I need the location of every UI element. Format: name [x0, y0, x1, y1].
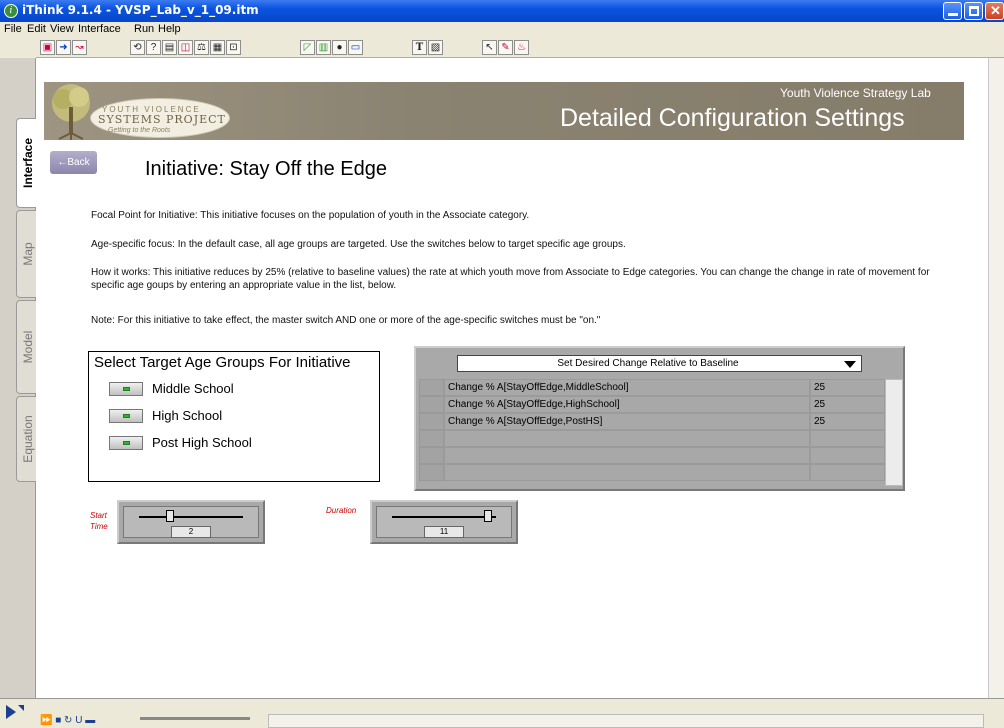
focal-point-text: Focal Point for Initiative: This initiat…	[91, 210, 530, 221]
horizontal-scrollbar[interactable]	[268, 714, 984, 728]
post-high-school-switch[interactable]	[109, 436, 143, 450]
chart-icon[interactable]: ◸	[300, 40, 315, 55]
row-value-input[interactable]	[810, 447, 885, 464]
numeric-display-icon[interactable]: ▭	[348, 40, 363, 55]
slider-thumb[interactable]	[166, 510, 175, 522]
duration-value: 11	[424, 526, 464, 538]
window-title: iThink 9.1.4 - YVSP_Lab_v_1_09.itm	[22, 3, 259, 17]
slider-track	[392, 516, 496, 518]
lock-icon[interactable]: ▣	[40, 40, 55, 55]
menu-file[interactable]: File	[4, 23, 22, 35]
table-row	[419, 430, 885, 447]
page-title: Initiative: Stay Off the Edge	[145, 158, 387, 180]
switch-on-indicator	[123, 441, 130, 445]
frame-icon[interactable]: ⊡	[226, 40, 241, 55]
switch-on-indicator	[123, 414, 130, 418]
row-name: Change % A[StayOffEdge,PostHS]	[444, 413, 810, 430]
row-value-input[interactable]	[810, 430, 885, 447]
change-mode-dropdown[interactable]: Set Desired Change Relative to Baseline	[457, 355, 862, 372]
table-row	[419, 447, 885, 464]
middle-school-switch[interactable]	[109, 382, 143, 396]
toolbar: ▣ ➜ ↝ ⟲ ? ▤ ◫ ⚖ ▦ ⊡ ◸ ▥ ● ▭ T ▧ ↖ ✎ ♨	[36, 38, 1004, 58]
switch-panel-title: Select Target Age Groups For Initiative	[94, 354, 351, 371]
menu-run[interactable]: Run	[134, 23, 154, 35]
dynamite-icon[interactable]: ♨	[514, 40, 529, 55]
high-school-label: High School	[152, 408, 223, 423]
logo-text-line2: SYSTEMS PROJECT	[98, 113, 226, 126]
title-bar: i iThink 9.1.4 - YVSP_Lab_v_1_09.itm ✕	[0, 0, 1004, 22]
menu-view[interactable]: View	[50, 23, 74, 35]
paintbrush-icon[interactable]: ✎	[498, 40, 513, 55]
graph-icon[interactable]: ◫	[178, 40, 193, 55]
logo-tagline: Getting to the Roots	[108, 127, 171, 134]
duration-label: Duration	[326, 506, 357, 515]
help-icon[interactable]: ?	[146, 40, 161, 55]
banner-title: Detailed Configuration Settings	[560, 104, 905, 132]
row-value-input[interactable]: 25	[810, 396, 885, 413]
age-focus-text: Age-specific focus: In the default case,…	[91, 239, 626, 250]
tab-map[interactable]: Map	[16, 210, 38, 298]
menu-bar: File Edit View Interface Run Help	[0, 22, 1004, 38]
playback-controls[interactable]: ⏩ ■ ↻ U ▬	[40, 715, 95, 726]
row-value-input[interactable]: 25	[810, 413, 885, 430]
table-icon[interactable]: ▦	[210, 40, 225, 55]
chevron-down-icon	[844, 361, 856, 368]
menu-edit[interactable]: Edit	[27, 23, 46, 35]
row-name: Change % A[StayOffEdge,MiddleSchool]	[444, 379, 810, 396]
post-high-school-label: Post High School	[152, 435, 252, 450]
table-row: Change % A[StayOffEdge,PostHS] 25	[419, 413, 885, 430]
scale-icon[interactable]: ⚖	[194, 40, 209, 55]
row-value-input[interactable]	[810, 464, 885, 481]
slider-track	[139, 516, 243, 518]
minimize-button[interactable]	[943, 2, 962, 20]
knob-icon[interactable]: ●	[332, 40, 347, 55]
banner-subtitle: Youth Violence Strategy Lab	[780, 86, 931, 100]
picture-icon[interactable]: ▧	[428, 40, 443, 55]
row-name: Change % A[StayOffEdge,HighSchool]	[444, 396, 810, 413]
pointer-icon[interactable]: ↖	[482, 40, 497, 55]
row-name	[444, 447, 810, 464]
speed-slider[interactable]	[140, 717, 250, 720]
table-row: Change % A[StayOffEdge,HighSchool] 25	[419, 396, 885, 413]
table-scrollbar[interactable]	[885, 379, 903, 486]
table-row: Change % A[StayOffEdge,MiddleSchool] 25	[419, 379, 885, 396]
grid-icon[interactable]: ▥	[316, 40, 331, 55]
arrow-icon[interactable]: ➜	[56, 40, 71, 55]
vertical-scrollbar[interactable]	[988, 58, 1004, 698]
close-button[interactable]: ✕	[985, 2, 1004, 20]
maximize-button[interactable]	[964, 2, 983, 20]
start-time-label: Start Time	[90, 511, 108, 531]
rotate-icon[interactable]: ⟲	[130, 40, 145, 55]
row-value-input[interactable]: 25	[810, 379, 885, 396]
middle-school-label: Middle School	[152, 381, 234, 396]
run-controls-icon[interactable]	[4, 701, 28, 727]
tab-equation[interactable]: Equation	[16, 396, 38, 482]
back-button[interactable]: ←Back	[50, 151, 97, 174]
page-icon[interactable]: ▤	[162, 40, 177, 55]
dropdown-label: Set Desired Change Relative to Baseline	[557, 358, 739, 369]
table-row	[419, 464, 885, 481]
menu-interface[interactable]: Interface	[78, 23, 121, 35]
start-time-slider[interactable]: 2	[117, 500, 265, 544]
row-name	[444, 464, 810, 481]
menu-help[interactable]: Help	[158, 23, 181, 35]
switch-on-indicator	[123, 387, 130, 391]
high-school-switch[interactable]	[109, 409, 143, 423]
connector-icon[interactable]: ↝	[72, 40, 87, 55]
text-tool-icon[interactable]: T	[412, 40, 427, 55]
row-name	[444, 430, 810, 447]
side-tab-strip: Interface Map Model Equation	[0, 58, 38, 698]
tree-logo-icon	[52, 84, 90, 140]
slider-thumb[interactable]	[483, 510, 492, 522]
tab-interface[interactable]: Interface	[16, 118, 38, 208]
tab-model[interactable]: Model	[16, 300, 38, 394]
app-icon: i	[4, 4, 18, 18]
how-it-works-text: How it works: This initiative reduces by…	[91, 267, 930, 291]
note-text: Note: For this initiative to take effect…	[91, 315, 601, 326]
start-time-value: 2	[171, 526, 211, 538]
duration-slider[interactable]: 11	[370, 500, 518, 544]
